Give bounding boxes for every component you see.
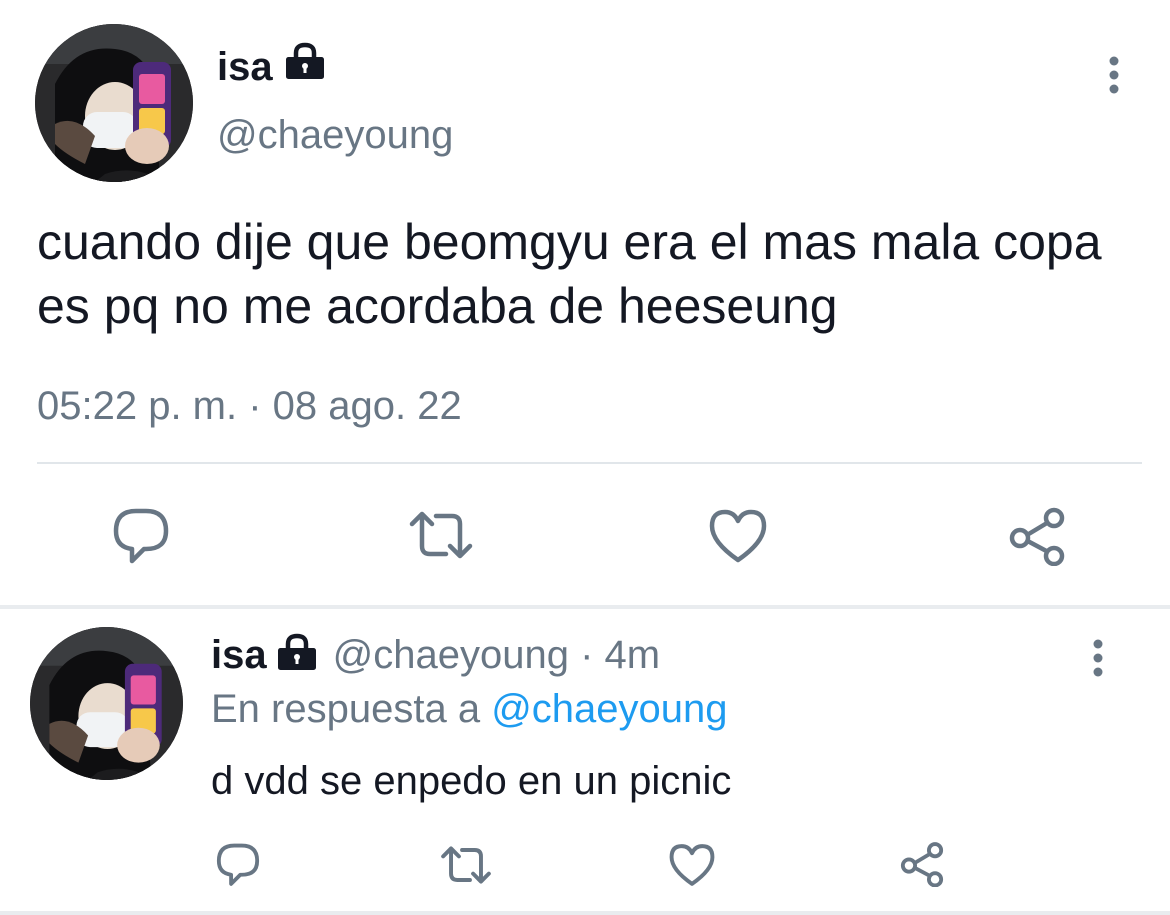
retweet-icon[interactable]	[440, 845, 492, 885]
divider	[37, 462, 1142, 464]
timestamp[interactable]: 05:22 p. m. · 08 ago. 22	[37, 382, 462, 430]
handle[interactable]: @chaeyoung	[217, 112, 453, 158]
reply-icon[interactable]	[214, 841, 262, 887]
like-icon[interactable]	[668, 843, 716, 887]
more-vertical-icon[interactable]	[1104, 54, 1124, 96]
lock-icon	[278, 633, 316, 670]
share-icon[interactable]	[898, 841, 946, 887]
retweet-icon[interactable]	[408, 510, 474, 560]
tweet-text: d vdd se enpedo en un picnic	[211, 759, 732, 803]
avatar-photo	[30, 627, 183, 780]
display-name[interactable]: isa	[217, 44, 273, 90]
more-vertical-icon[interactable]	[1088, 637, 1108, 679]
tweet-text: cuando dije que beomgyu era el mas mala …	[37, 214, 1102, 334]
share-icon[interactable]	[1006, 506, 1068, 566]
like-icon[interactable]	[708, 508, 768, 564]
reply-icon[interactable]	[110, 505, 172, 565]
avatar[interactable]	[30, 627, 183, 780]
handle[interactable]: @chaeyoung	[333, 633, 569, 677]
avatar-photo	[35, 24, 193, 182]
reply-prefix: En respuesta a	[211, 687, 481, 731]
reply-tweet[interactable]: isa @chaeyoung · 4m En respuesta a @chaey…	[0, 609, 1170, 915]
reply-context: En respuesta a @chaeyoung	[211, 685, 728, 733]
reply-mention-link[interactable]: @chaeyoung	[491, 687, 727, 731]
lock-icon	[286, 42, 324, 79]
display-name[interactable]: isa	[211, 633, 267, 677]
tweet-separator	[0, 911, 1170, 915]
avatar[interactable]	[35, 24, 193, 182]
main-tweet: isa @chaeyoung cuando dije que beomgyu e…	[0, 0, 1170, 607]
tweet-age: · 4m	[580, 633, 661, 677]
